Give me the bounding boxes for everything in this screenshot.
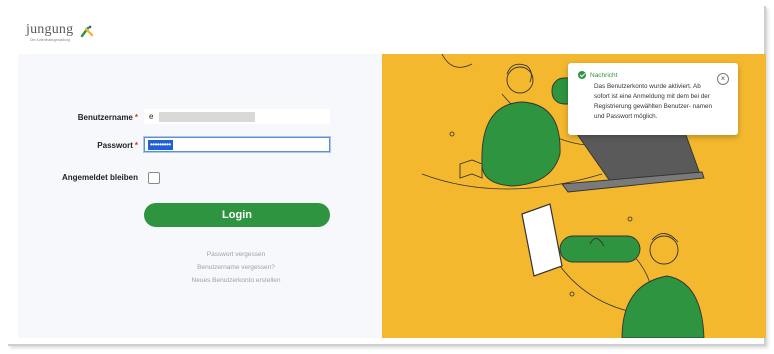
check-circle-icon [578, 71, 586, 79]
username-input[interactable]: e [144, 109, 330, 124]
browser-window: jungung Der Aufenthaltsgestaltung Benutz… [8, 6, 766, 346]
toast-header: Nachricht [578, 71, 728, 79]
password-input[interactable]: ••••••••• [144, 137, 330, 152]
notification-toast: Nachricht Das Benutzerkonto wurde aktivi… [568, 63, 738, 135]
username-label: Benutzername * [77, 113, 138, 122]
redacted-username-block [159, 112, 255, 122]
username-value: e [149, 112, 154, 121]
login-form-panel: Benutzername * e Passwort * ••••••••• Ange… [18, 54, 382, 338]
brand-logo[interactable]: jungung Der Aufenthaltsgestaltung [26, 20, 96, 46]
login-button[interactable]: Login [144, 203, 330, 227]
close-icon[interactable]: × [717, 73, 729, 85]
forgot-password-link[interactable]: Passwort vergessen [136, 251, 336, 258]
logo-wordmark: jungung [26, 22, 74, 37]
remember-me-checkbox[interactable] [148, 172, 160, 184]
create-account-link[interactable]: Neues Benutzerkonto erstellen [136, 277, 336, 284]
password-label: Passwort * [97, 141, 138, 150]
remember-me-label: Angemeldet bleiben [61, 173, 138, 182]
toast-title: Nachricht [590, 71, 618, 79]
logo-mark-icon [80, 25, 94, 38]
logo-tagline: Der Aufenthaltsgestaltung [30, 38, 71, 42]
toast-message: Das Benutzerkonto wurde aktiviert. Ab so… [594, 83, 712, 120]
password-masked-value: ••••••••• [148, 140, 173, 150]
forgot-username-link[interactable]: Benutzername vergessen? [136, 264, 336, 271]
